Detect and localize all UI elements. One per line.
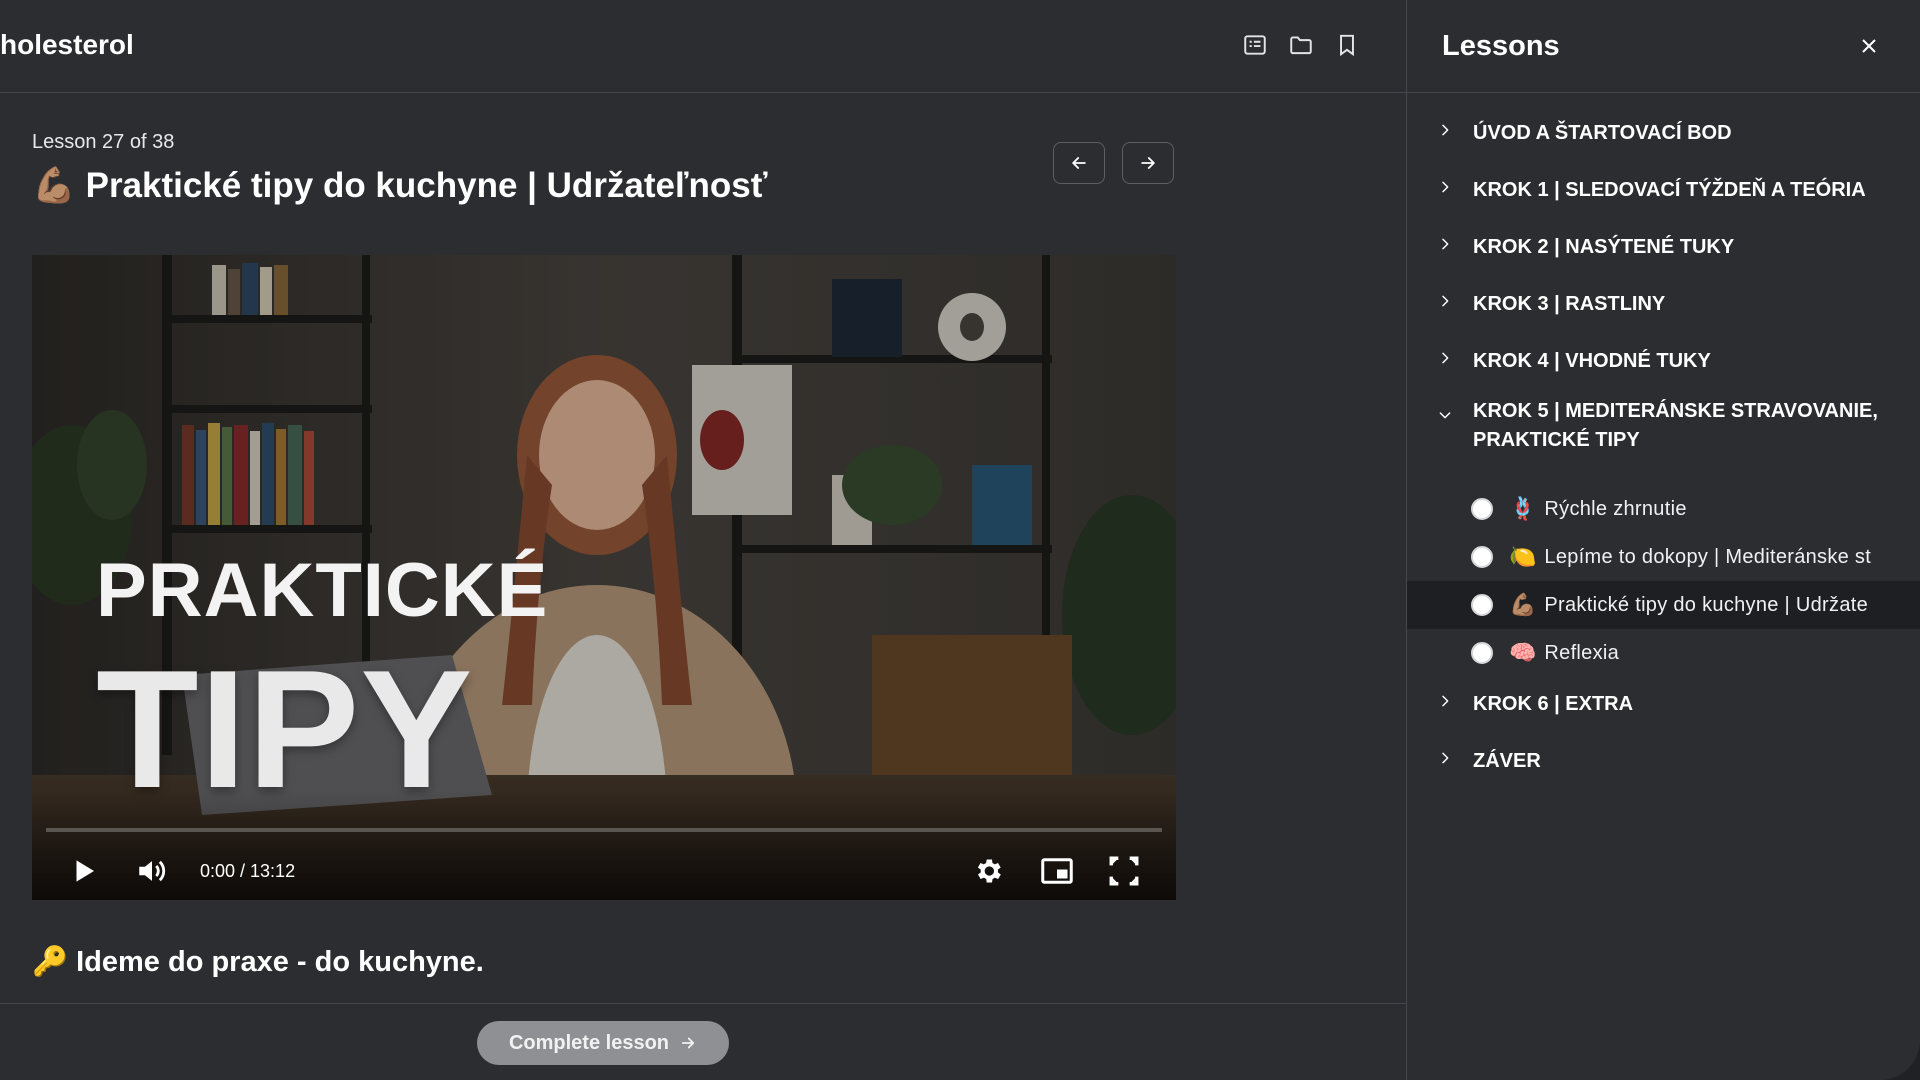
- lesson-main: holesterol Lesson 27 of 38 💪🏽 Praktické t…: [0, 0, 1406, 1080]
- sidebar-lesson-label: Rýchle zhrnutie: [1544, 497, 1687, 520]
- chevron-right-icon: [1437, 122, 1457, 142]
- lesson-complete-radio[interactable]: [1471, 642, 1493, 664]
- chevron-right-icon: [1437, 350, 1457, 370]
- bookmark-icon[interactable]: [1334, 30, 1360, 60]
- sidebar-section-label: KROK 2 | NASÝTENÉ TUKY: [1473, 236, 1735, 258]
- lesson-complete-radio[interactable]: [1471, 498, 1493, 520]
- play-icon: [76, 860, 94, 882]
- volume-icon: [139, 860, 166, 882]
- sidebar-header: Lessons: [1407, 0, 1920, 93]
- key-icon: 🔑: [32, 946, 69, 978]
- previous-lesson-button[interactable]: [1053, 142, 1105, 184]
- lesson-emoji-icon: 🪢: [1509, 496, 1537, 521]
- sidebar-title: Lessons: [1442, 30, 1560, 62]
- lesson-description: 🔑 Ideme do praxe - do kuchyne.: [32, 945, 484, 979]
- lesson-emoji-icon: 🧠: [1509, 640, 1537, 665]
- miniplayer-icon: [1041, 858, 1073, 884]
- sidebar-section-label: KROK 5 | MEDITERÁNSKE STRAVOVANIE, PRAKT…: [1473, 400, 1878, 451]
- video-player[interactable]: PRAKTICKÉ TIPY 0:00 / 13:12: [32, 255, 1176, 900]
- lesson-emoji-icon: 💪🏽: [1509, 592, 1537, 617]
- sidebar-section-label: ÚVOD A ŠTARTOVACÍ BOD: [1473, 122, 1732, 144]
- video-time: 0:00 / 13:12: [200, 861, 296, 881]
- sidebar-lesson-item[interactable]: 🍋 Lepíme to dokopy | Mediteránske st: [1407, 533, 1920, 581]
- sidebar-section-label: KROK 4 | VHODNÉ TUKY: [1473, 350, 1711, 372]
- video-overlay-line2: TIPY: [96, 635, 474, 823]
- flexed-biceps-icon: 💪🏽: [32, 166, 76, 205]
- chevron-right-icon: [1437, 293, 1457, 313]
- complete-lesson-button[interactable]: Complete lesson: [477, 1021, 729, 1065]
- sidebar-section-7[interactable]: ZÁVER: [1407, 740, 1920, 797]
- top-bar: holesterol: [0, 0, 1406, 93]
- sidebar-section-4[interactable]: KROK 4 | VHODNÉ TUKY: [1407, 340, 1920, 397]
- lesson-emoji-icon: 🍋: [1509, 544, 1537, 569]
- sidebar-lesson-label: Praktické tipy do kuchyne | Udržate: [1544, 593, 1869, 616]
- sidebar-section-6[interactable]: KROK 6 | EXTRA: [1407, 683, 1920, 740]
- lesson-title-text: Praktické tipy do kuchyne | Udržateľnosť: [85, 166, 768, 205]
- volume-button[interactable]: [132, 851, 172, 891]
- sidebar-section-label: KROK 1 | SLEDOVACÍ TÝŽDEŇ A TEÓRIA: [1473, 179, 1866, 201]
- sidebar-section-3[interactable]: KROK 3 | RASTLINY: [1407, 283, 1920, 340]
- sidebar-section-2[interactable]: KROK 2 | NASÝTENÉ TUKY: [1407, 226, 1920, 283]
- chevron-down-icon: [1437, 407, 1457, 427]
- chevron-right-icon: [1437, 750, 1457, 770]
- settings-button[interactable]: [968, 851, 1008, 891]
- video-overlay-line1: PRAKTICKÉ: [96, 548, 549, 633]
- notes-icon[interactable]: [1242, 30, 1268, 60]
- fullscreen-icon: [1109, 856, 1139, 886]
- sidebar-sections: ÚVOD A ŠTARTOVACÍ BOD KROK 1 | SLEDOVACÍ …: [1407, 112, 1920, 797]
- folder-icon[interactable]: [1288, 30, 1314, 60]
- sidebar-section-label: KROK 6 | EXTRA: [1473, 693, 1634, 715]
- miniplayer-button[interactable]: [1036, 851, 1078, 891]
- lesson-nav: [1053, 142, 1174, 184]
- sidebar-lesson-item[interactable]: 💪🏽 Praktické tipy do kuchyne | Udržate: [1407, 581, 1920, 629]
- sidebar-section-5[interactable]: KROK 5 | MEDITERÁNSKE STRAVOVANIE, PRAKT…: [1407, 397, 1920, 485]
- lesson-complete-radio[interactable]: [1471, 546, 1493, 568]
- play-button[interactable]: [66, 851, 102, 891]
- lesson-complete-radio[interactable]: [1471, 594, 1493, 616]
- lesson-counter: Lesson 27 of 38: [32, 131, 175, 153]
- arrow-left-icon: [1072, 157, 1086, 169]
- sidebar-lesson-label: Reflexia: [1544, 641, 1620, 664]
- fullscreen-button[interactable]: [1104, 851, 1144, 891]
- chevron-right-icon: [1437, 236, 1457, 256]
- sidebar-section-1[interactable]: KROK 1 | SLEDOVACÍ TÝŽDEŇ A TEÓRIA: [1407, 169, 1920, 226]
- lessons-sidebar: Lessons ÚVOD A ŠTARTOVACÍ BOD KROK 1 | SL…: [1406, 0, 1920, 1080]
- chevron-right-icon: [1437, 179, 1457, 199]
- lesson-description-text: Ideme do praxe - do kuchyne.: [76, 946, 484, 978]
- arrow-right-icon: [681, 1037, 695, 1049]
- sidebar-lesson-list: 🪢 Rýchle zhrnutie 🍋 Lepíme to dokopy | Medi…: [1407, 485, 1920, 677]
- chevron-right-icon: [1437, 693, 1457, 713]
- course-title: holesterol: [0, 29, 134, 60]
- footer-divider: [0, 1003, 1406, 1004]
- lesson-title: 💪🏽 Praktické tipy do kuchyne | Udržateľno…: [32, 165, 768, 206]
- sidebar-section-label: ZÁVER: [1473, 750, 1541, 772]
- top-toolbar: [1242, 30, 1360, 60]
- sidebar-lesson-item[interactable]: 🪢 Rýchle zhrnutie: [1407, 485, 1920, 533]
- close-icon: [1862, 39, 1876, 53]
- app-window: holesterol Lesson 27 of 38 💪🏽 Praktické t…: [0, 0, 1920, 1080]
- gear-icon: [977, 859, 1001, 883]
- sidebar-section-0[interactable]: ÚVOD A ŠTARTOVACÍ BOD: [1407, 112, 1920, 169]
- sidebar-section-label: KROK 3 | RASTLINY: [1473, 293, 1666, 315]
- complete-lesson-label: Complete lesson: [508, 1031, 670, 1054]
- arrow-right-icon: [1141, 157, 1155, 169]
- close-sidebar-button[interactable]: [1857, 34, 1881, 58]
- next-lesson-button[interactable]: [1122, 142, 1174, 184]
- sidebar-lesson-item[interactable]: 🧠 Reflexia: [1407, 629, 1920, 677]
- sidebar-lesson-label: Lepíme to dokopy | Mediteránske st: [1544, 545, 1872, 568]
- video-progress-bar[interactable]: [46, 828, 1162, 832]
